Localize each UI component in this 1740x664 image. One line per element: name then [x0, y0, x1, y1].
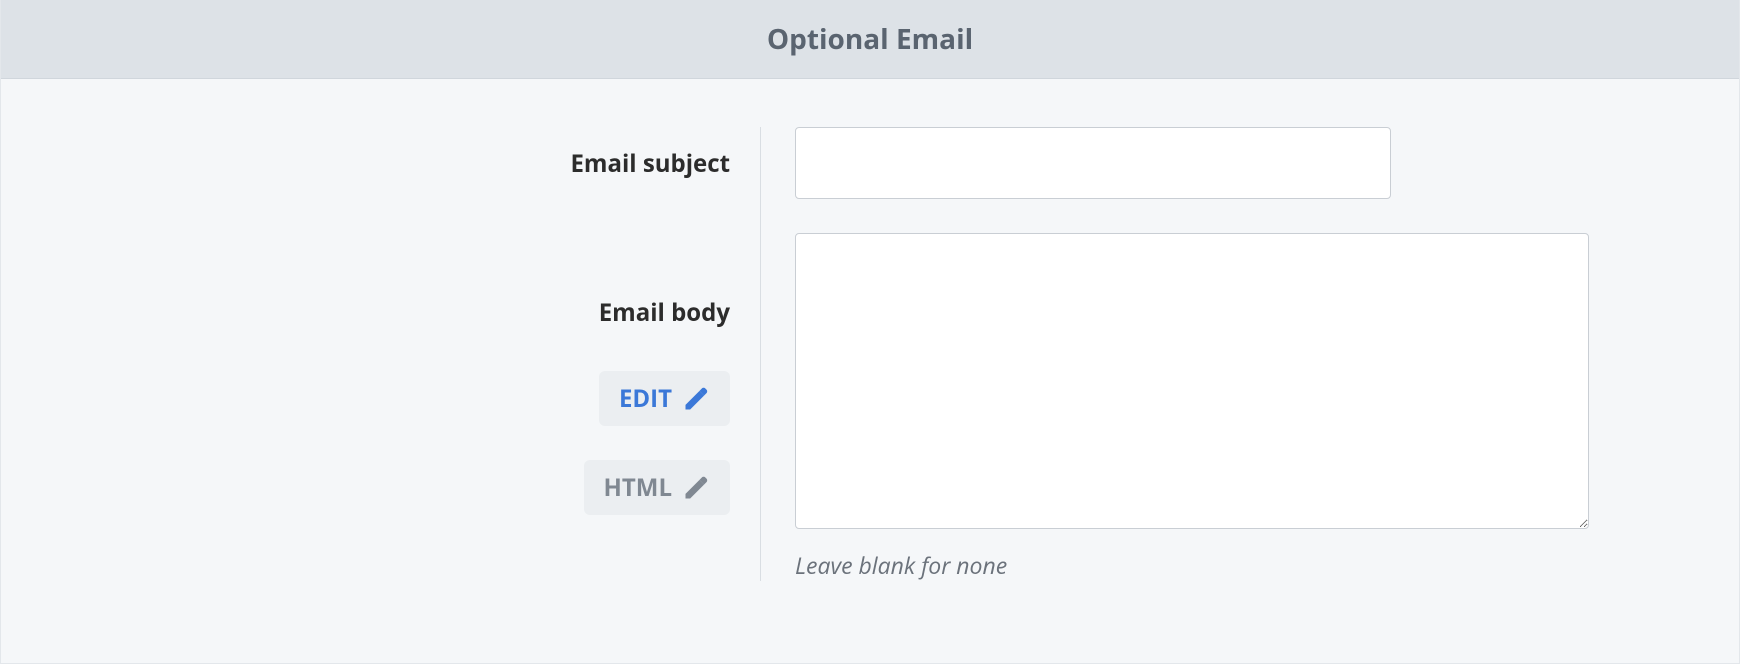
email-body-hint: Leave blank for none — [795, 549, 1589, 581]
labels-column: Email subject Email body EDIT HTML — [151, 127, 761, 581]
pencil-icon — [682, 385, 710, 413]
email-subject-label: Email subject — [570, 147, 730, 180]
section-title: Optional Email — [767, 20, 973, 58]
section-header: Optional Email — [1, 0, 1739, 79]
edit-mode-label: EDIT — [619, 382, 672, 415]
edit-mode-button[interactable]: EDIT — [599, 371, 730, 426]
form-content: Email subject Email body EDIT HTML — [1, 79, 1739, 629]
html-mode-label: HTML — [604, 471, 672, 504]
inputs-column: Leave blank for none — [761, 127, 1589, 581]
email-body-textarea[interactable] — [795, 233, 1589, 529]
html-mode-button[interactable]: HTML — [584, 460, 730, 515]
pencil-icon — [682, 474, 710, 502]
email-subject-input[interactable] — [795, 127, 1391, 199]
email-body-label: Email body — [599, 296, 730, 329]
